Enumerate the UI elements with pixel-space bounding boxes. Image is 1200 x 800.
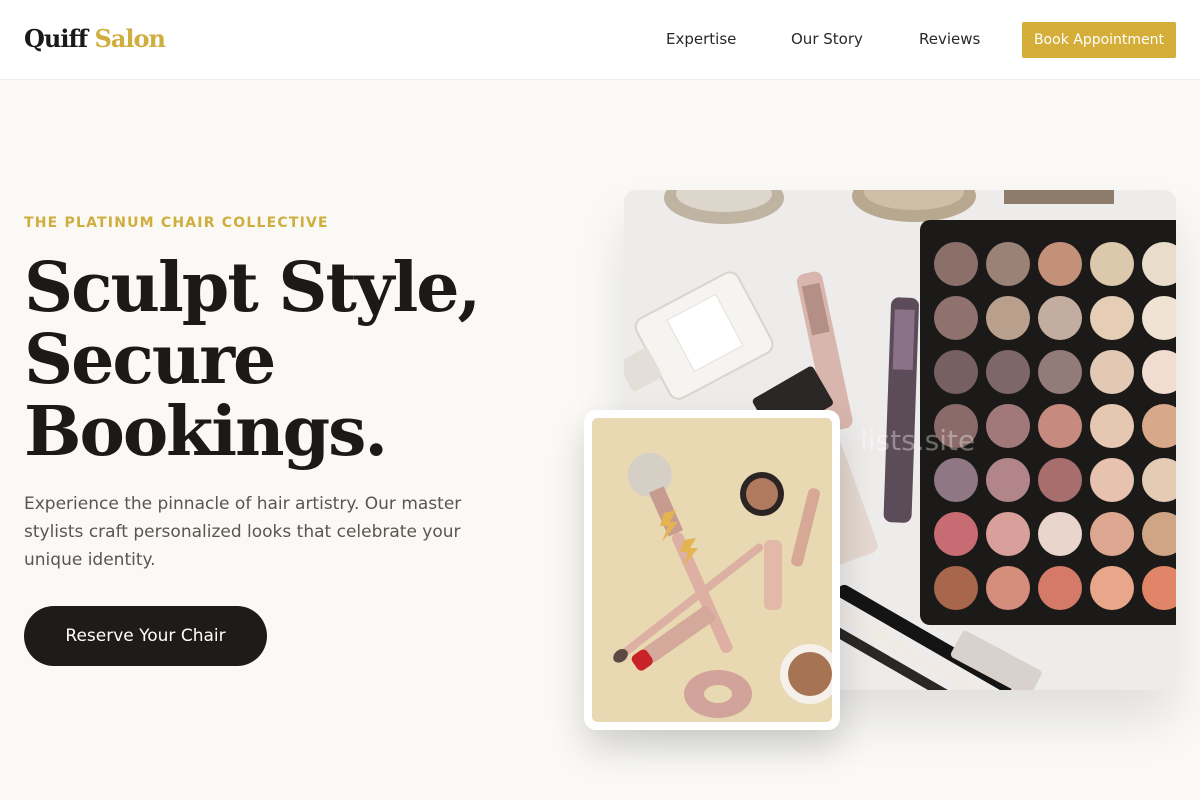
eyeshadow-pan [986, 458, 1030, 502]
eyeshadow-pan [1038, 404, 1082, 448]
eyeshadow-pan [1090, 404, 1134, 448]
eyeshadow-pan [1038, 458, 1082, 502]
eyeshadow-pan [934, 350, 978, 394]
eyeshadow-pan [986, 404, 1030, 448]
eyeshadow-pan [986, 512, 1030, 556]
site-header: Quiff Salon Expertise Our Story Reviews … [0, 0, 1200, 80]
eyeshadow-pan [934, 512, 978, 556]
secondary-image-card [584, 410, 840, 730]
nav-link-our-story[interactable]: Our Story [791, 30, 863, 48]
logo-text-salon: Salon [94, 24, 165, 53]
eyeshadow-pan [934, 242, 978, 286]
eyeshadow-pan [934, 296, 978, 340]
eyeshadow-pan [1090, 458, 1134, 502]
makeup-brushes-illustration [592, 418, 832, 722]
reserve-chair-button[interactable]: Reserve Your Chair [24, 606, 267, 666]
eyeshadow-pan [1090, 566, 1134, 610]
hero-title: Sculpt Style, Secure Bookings. [24, 252, 504, 468]
makeup-brushes-image [592, 418, 832, 722]
eyeshadow-pan [934, 566, 978, 610]
eyeshadow-pan [1090, 242, 1134, 286]
eyeshadow-pan [1090, 296, 1134, 340]
logo-text-quiff: Quiff [24, 24, 88, 53]
eyeshadow-pan [1090, 350, 1134, 394]
nav-link-reviews[interactable]: Reviews [919, 30, 980, 48]
eyeshadow-pan [1038, 566, 1082, 610]
eyeshadow-pan [986, 242, 1030, 286]
eyeshadow-pan [1038, 296, 1082, 340]
eyeshadow-pan [1038, 242, 1082, 286]
hero-title-line-3: Bookings. [24, 392, 388, 472]
hero-subtitle: Experience the pinnacle of hair artistry… [24, 494, 462, 570]
eyeshadow-pan [986, 566, 1030, 610]
eyeshadow-pan [1038, 512, 1082, 556]
logo[interactable]: Quiff Salon [24, 24, 166, 53]
image-watermark: lists.site [860, 424, 976, 457]
eyeshadow-pan [1038, 350, 1082, 394]
eyeshadow-pan [986, 296, 1030, 340]
eyeshadow-pan [986, 350, 1030, 394]
hero-title-line-2: Secure [24, 320, 276, 400]
hero-title-line-1: Sculpt Style, [24, 248, 481, 328]
book-appointment-button[interactable]: Book Appointment [1022, 22, 1176, 58]
eyeshadow-pan [1090, 512, 1134, 556]
hero-eyebrow: THE PLATINUM CHAIR COLLECTIVE [24, 215, 329, 231]
eyeshadow-pan [934, 458, 978, 502]
nav-link-expertise[interactable]: Expertise [666, 30, 736, 48]
